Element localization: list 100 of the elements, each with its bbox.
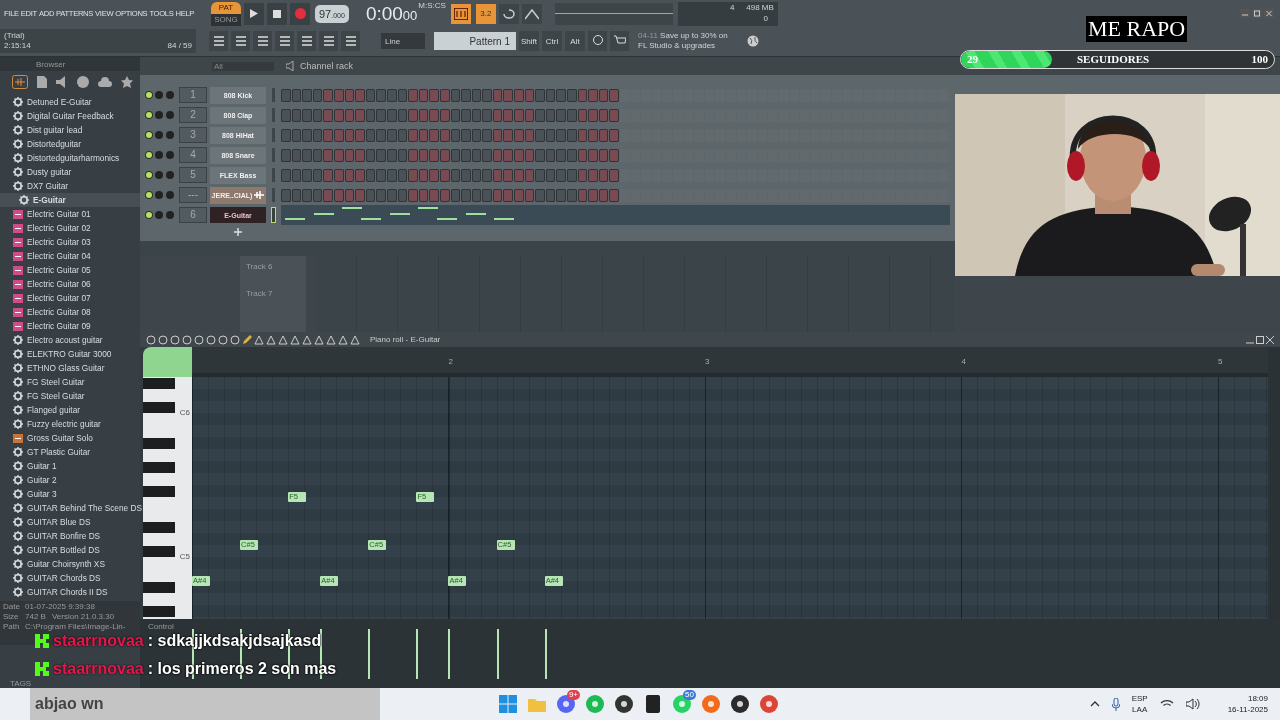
step-button[interactable] <box>344 188 355 202</box>
step-button[interactable] <box>461 108 471 122</box>
step-button[interactable] <box>323 188 333 202</box>
step-button[interactable] <box>482 188 492 202</box>
browser-item[interactable]: Electric Guitar 06 <box>0 277 140 291</box>
step-button[interactable] <box>439 88 450 102</box>
step-button[interactable] <box>344 128 355 142</box>
volume-knob[interactable] <box>166 191 174 199</box>
step-button[interactable] <box>291 88 302 102</box>
step-button[interactable] <box>609 188 619 202</box>
step-button[interactable] <box>577 168 588 182</box>
step-button[interactable] <box>386 188 397 202</box>
speaker-icon[interactable] <box>1185 698 1200 710</box>
browser-item[interactable]: GT Plastic Guitar <box>0 445 140 459</box>
browser-item[interactable]: GUITAR Blue DS <box>0 515 140 529</box>
step-button[interactable] <box>333 188 344 202</box>
step-button[interactable] <box>450 188 461 202</box>
step-button[interactable] <box>333 148 344 162</box>
minimize-icon[interactable] <box>1240 9 1250 18</box>
play-button[interactable] <box>244 2 264 25</box>
step-button[interactable] <box>503 128 514 142</box>
step-button[interactable] <box>609 168 619 182</box>
volume-knob[interactable] <box>166 91 174 99</box>
tool-icon[interactable] <box>158 334 168 345</box>
step-button[interactable] <box>397 88 408 102</box>
mute-led[interactable] <box>146 92 152 98</box>
step-button[interactable] <box>588 188 598 202</box>
step-button[interactable] <box>302 128 312 142</box>
tool-icon[interactable] <box>194 334 204 345</box>
step-button[interactable] <box>471 188 482 202</box>
step-button[interactable] <box>514 168 524 182</box>
step-button[interactable] <box>302 148 312 162</box>
step-button[interactable] <box>567 188 577 202</box>
step-button[interactable] <box>482 128 492 142</box>
step-button[interactable] <box>567 108 577 122</box>
step-button[interactable] <box>450 88 461 102</box>
tool-icon[interactable] <box>218 334 228 345</box>
step-button[interactable] <box>492 108 503 122</box>
tool-icon[interactable] <box>266 334 276 345</box>
step-button[interactable] <box>333 88 344 102</box>
step-button[interactable] <box>291 128 302 142</box>
browser-item[interactable]: GUITAR Bonfire DS <box>0 529 140 543</box>
browser-item[interactable]: Electric Guitar 04 <box>0 249 140 263</box>
step-button[interactable] <box>598 168 609 182</box>
step-button[interactable] <box>492 148 503 162</box>
maximize-icon[interactable] <box>1256 335 1264 344</box>
volume-knob[interactable] <box>166 151 174 159</box>
browser-item[interactable]: Electric Guitar 02 <box>0 221 140 235</box>
step-button[interactable] <box>376 188 386 202</box>
step-button[interactable] <box>609 148 619 162</box>
close-icon[interactable] <box>1266 335 1274 344</box>
toolbar-icon[interactable] <box>209 31 228 51</box>
step-button[interactable] <box>535 148 545 162</box>
wifi-icon[interactable] <box>1159 699 1174 709</box>
step-button[interactable] <box>461 168 471 182</box>
step-button[interactable] <box>492 88 503 102</box>
volume-knob[interactable] <box>166 211 174 219</box>
step-button[interactable] <box>503 168 514 182</box>
step-button[interactable] <box>418 148 429 162</box>
browser-item[interactable]: Guitar 1 <box>0 459 140 473</box>
tool-icon[interactable] <box>302 334 312 345</box>
step-button[interactable] <box>482 108 492 122</box>
browser-item[interactable]: GUITAR Chords II DS <box>0 585 140 599</box>
step-button[interactable] <box>567 148 577 162</box>
step-button[interactable] <box>376 128 386 142</box>
tool-icon[interactable] <box>182 334 192 345</box>
step-button[interactable] <box>577 88 588 102</box>
step-button[interactable] <box>545 188 556 202</box>
pattern-selector[interactable]: Pattern 1 <box>434 32 516 50</box>
step-button[interactable] <box>545 128 556 142</box>
step-button[interactable] <box>524 108 535 122</box>
browser-item[interactable]: Electric Guitar 01 <box>0 207 140 221</box>
browser-item[interactable]: Dist guitar lead <box>0 123 140 137</box>
toolbar-icon[interactable] <box>341 31 360 51</box>
browser-item[interactable]: Flanged guitar <box>0 403 140 417</box>
cart-icon[interactable] <box>610 31 629 51</box>
step-button[interactable] <box>281 88 291 102</box>
step-button[interactable] <box>281 128 291 142</box>
step-button[interactable] <box>450 108 461 122</box>
chevron-icon[interactable] <box>1089 701 1100 707</box>
step-button[interactable] <box>429 148 439 162</box>
step-button[interactable] <box>291 148 302 162</box>
step-button[interactable] <box>461 148 471 162</box>
step-button[interactable] <box>355 88 365 102</box>
step-button[interactable] <box>344 168 355 182</box>
metronome-button[interactable] <box>450 3 471 24</box>
step-button[interactable] <box>376 168 386 182</box>
step-button[interactable] <box>344 88 355 102</box>
step-button[interactable] <box>323 88 333 102</box>
step-button[interactable] <box>291 168 302 182</box>
step-button[interactable] <box>450 128 461 142</box>
stop-button[interactable] <box>267 2 287 25</box>
step-button[interactable] <box>524 168 535 182</box>
step-button[interactable] <box>281 148 291 162</box>
step-button[interactable] <box>418 108 429 122</box>
step-button[interactable] <box>418 168 429 182</box>
step-button[interactable] <box>482 148 492 162</box>
pan-knob[interactable] <box>155 191 163 199</box>
step-button[interactable] <box>355 108 365 122</box>
mute-led[interactable] <box>146 172 152 178</box>
